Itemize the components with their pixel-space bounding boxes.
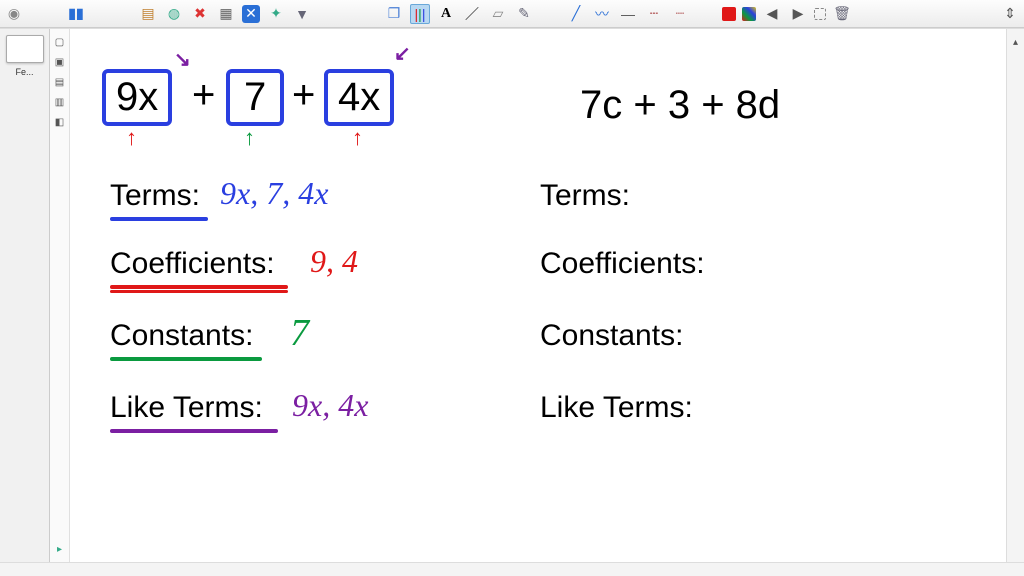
calendar-icon[interactable]: ▦ bbox=[216, 4, 236, 24]
plus-2: + bbox=[292, 73, 315, 118]
plus-1: + bbox=[192, 73, 215, 118]
dash-icon[interactable]: ┄ bbox=[644, 4, 664, 24]
book-icon[interactable]: ▤ bbox=[138, 4, 158, 24]
slide-thumbnail[interactable] bbox=[6, 35, 44, 63]
vtool-2-icon[interactable]: ▣ bbox=[53, 55, 67, 69]
purple-arrow-1-icon: ↘ bbox=[174, 47, 191, 72]
coeff-underline bbox=[110, 285, 288, 289]
hline-icon[interactable]: ― bbox=[618, 4, 638, 24]
term1-text: 9x bbox=[116, 75, 158, 119]
color-red-icon[interactable] bbox=[722, 7, 736, 21]
const-label: Constants: bbox=[110, 319, 253, 353]
term-box-1: 9x bbox=[102, 69, 172, 126]
like-value: 9x, 4x bbox=[292, 387, 368, 424]
line-tool-icon[interactable]: ／ bbox=[462, 4, 482, 24]
coeff-label: Coefficients: bbox=[110, 247, 275, 281]
whiteboard-canvas[interactable]: 9x + 7 + 4x ↘ ↘ ↑ ↑ ↑ Terms: 9x, 7, 4x C… bbox=[70, 29, 1006, 562]
record-icon[interactable]: ◉ bbox=[4, 4, 24, 24]
globe-icon[interactable]: ◍ bbox=[164, 4, 184, 24]
text-tool-icon[interactable]: A bbox=[436, 4, 456, 24]
pause-icon[interactable]: ▮▮ bbox=[66, 4, 86, 24]
app-root: ◉ ▮▮ ▤ ◍ ✖ ▦ ✕ ✦ ▼ ❐ ||| A ／ ▱ ✎ ╱ 〰 ― ┄… bbox=[0, 0, 1024, 576]
const-value: 7 bbox=[290, 311, 309, 355]
color-picker-icon[interactable] bbox=[742, 7, 756, 21]
eraser-icon[interactable]: ▱ bbox=[488, 4, 508, 24]
red-arrow-1-icon: ↑ bbox=[126, 125, 137, 151]
stamp-icon[interactable]: ▼ bbox=[292, 4, 312, 24]
right-coeff-label: Coefficients: bbox=[540, 247, 705, 281]
coeff-underline-2 bbox=[110, 290, 288, 293]
main-area: Fe... ▢ ▣ ▤ ▥ ◧ ▸ 9x + 7 + 4x ↘ ↘ ↑ ↑ ↑ bbox=[0, 28, 1024, 562]
puzzle-icon[interactable]: ✦ bbox=[266, 4, 286, 24]
pen-wave-icon[interactable]: 〰 bbox=[592, 4, 612, 24]
right-like-label: Like Terms: bbox=[540, 391, 693, 425]
pen-thin-icon[interactable]: ╱ bbox=[566, 4, 586, 24]
close-box-icon[interactable]: ✕ bbox=[242, 5, 260, 23]
slide-thumb-label: Fe... bbox=[15, 67, 33, 77]
vtool-4-icon[interactable]: ▥ bbox=[53, 95, 67, 109]
cancel-icon[interactable]: ✖ bbox=[190, 4, 210, 24]
right-terms-label: Terms: bbox=[540, 179, 630, 213]
right-expression: 7c + 3 + 8d bbox=[580, 83, 780, 128]
term3-text: 4x bbox=[338, 75, 380, 119]
dropper-icon[interactable]: ✎ bbox=[514, 4, 534, 24]
vtool-3-icon[interactable]: ▤ bbox=[53, 75, 67, 89]
coeff-value: 9, 4 bbox=[310, 243, 358, 280]
right-const-label: Constants: bbox=[540, 319, 683, 353]
const-underline bbox=[110, 357, 262, 361]
trash-icon[interactable]: 🗑 bbox=[832, 4, 852, 24]
arrow-left-icon[interactable]: ◀ bbox=[762, 4, 782, 24]
terms-underline bbox=[110, 217, 208, 221]
terms-label: Terms: bbox=[110, 179, 200, 213]
right-scrollbar[interactable]: ▴ bbox=[1006, 29, 1024, 562]
red-arrow-2-icon: ↑ bbox=[352, 125, 363, 151]
vtool-page-icon[interactable]: ▸ bbox=[53, 542, 67, 556]
puzzle2-icon[interactable]: ❐ bbox=[384, 4, 404, 24]
term-box-2: 7 bbox=[226, 69, 284, 126]
toolbar-top: ◉ ▮▮ ▤ ◍ ✖ ▦ ✕ ✦ ▼ ❐ ||| A ／ ▱ ✎ ╱ 〰 ― ┄… bbox=[0, 0, 1024, 28]
arrow-right-icon[interactable]: ▶ bbox=[788, 4, 808, 24]
green-arrow-icon: ↑ bbox=[244, 125, 255, 151]
term-box-3: 4x bbox=[324, 69, 394, 126]
crop-icon[interactable] bbox=[814, 8, 826, 20]
terms-value: 9x, 7, 4x bbox=[220, 175, 328, 212]
dot-icon[interactable]: ┈ bbox=[670, 4, 690, 24]
status-bar bbox=[0, 562, 1024, 576]
term2-text: 7 bbox=[244, 75, 266, 119]
scroll-up-icon[interactable]: ▴ bbox=[1009, 35, 1023, 49]
like-underline bbox=[110, 429, 278, 433]
vresize-icon[interactable]: ⇕ bbox=[1000, 4, 1020, 24]
vtool-5-icon[interactable]: ◧ bbox=[53, 115, 67, 129]
slide-panel: Fe... bbox=[0, 29, 50, 562]
like-label: Like Terms: bbox=[110, 391, 263, 425]
pens-icon[interactable]: ||| bbox=[410, 4, 430, 24]
vtool-1-icon[interactable]: ▢ bbox=[53, 35, 67, 49]
vertical-toolbar: ▢ ▣ ▤ ▥ ◧ ▸ bbox=[50, 29, 70, 562]
purple-arrow-2-icon: ↘ bbox=[394, 41, 411, 66]
